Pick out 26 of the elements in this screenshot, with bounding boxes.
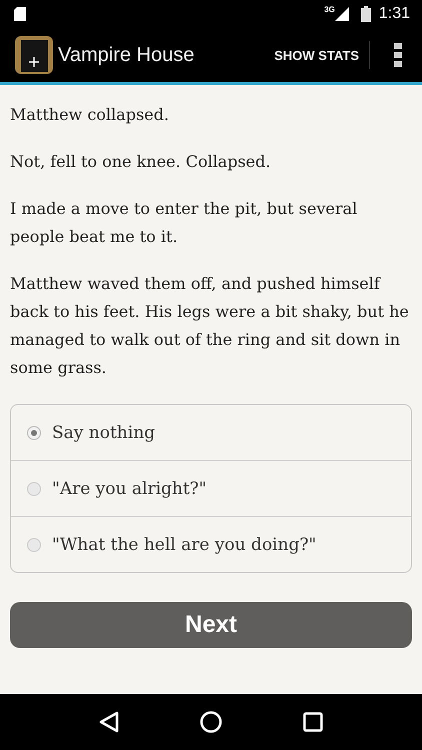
battery-icon [360,6,371,22]
radio-button[interactable] [27,426,41,440]
choice-option[interactable]: Say nothing [11,405,411,460]
show-stats-button[interactable]: SHOW STATS [266,40,367,70]
home-icon[interactable] [200,711,222,733]
clock: 1:31 [378,5,410,23]
app-logo-icon[interactable] [15,36,53,74]
choice-label: "What the hell are you doing?" [52,534,316,554]
back-icon[interactable] [98,711,119,733]
recents-icon[interactable] [303,712,324,732]
choice-label: "Are you alright?" [52,478,207,498]
choice-option[interactable]: "Are you alright?" [11,460,411,516]
choice-option[interactable]: "What the hell are you doing?" [11,516,411,572]
radio-button[interactable] [27,538,41,552]
choice-label: Say nothing [52,422,156,442]
overflow-menu-icon[interactable] [394,43,402,67]
next-button[interactable]: Next [10,602,412,648]
story-paragraph: Matthew collapsed. [10,104,170,126]
story-paragraph: I made a move to enter the pit, but several people beat me to it. [10,198,358,248]
story-paragraph: Not, fell to one knee. Collapsed. [10,151,272,173]
network-label: 3G [324,5,335,14]
app-title: Vampire House [58,44,196,66]
sd-card-icon [14,7,26,21]
radio-button[interactable] [27,482,41,496]
story-paragraph: Matthew waved them off, and pushed himself back to his feet. His legs were a bit shaky, but he managed to walk out of the ring and sit down in some grass. [10,273,410,379]
signal-icon [334,7,349,21]
